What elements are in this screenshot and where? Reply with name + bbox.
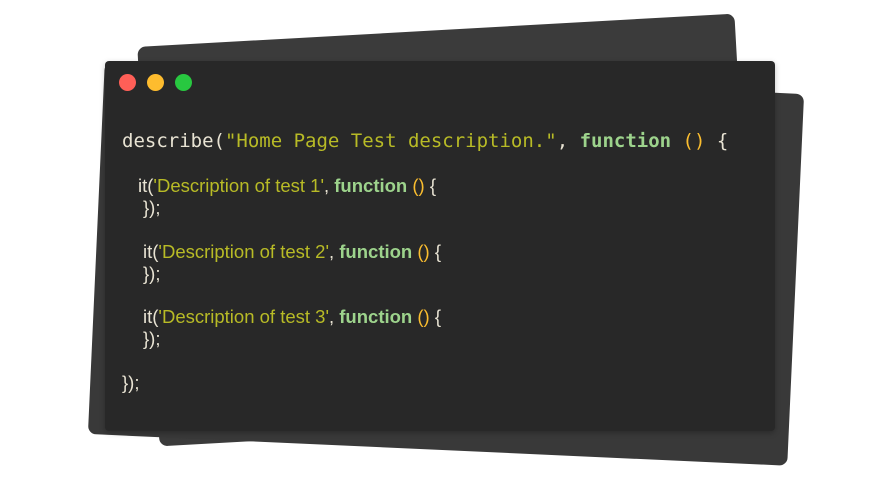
describe-prefix: describe(: [122, 130, 225, 152]
code-line-test-1-close: });: [143, 197, 160, 219]
test-1-brace: {: [424, 175, 437, 196]
code-illustration: describe("Home Page Test description.", …: [0, 0, 880, 491]
code-line-test-3: it('Description of test 3', function () …: [143, 306, 441, 328]
minimize-dot-icon: [147, 74, 164, 91]
test-3-keyword: function: [339, 306, 413, 327]
window-controls: [119, 74, 192, 91]
test-3-string: 'Description of test 3': [158, 306, 329, 327]
test-3-brace: {: [429, 306, 442, 327]
test-2-close: });: [143, 263, 161, 284]
code-window: describe("Home Page Test description.", …: [105, 61, 775, 431]
test-3-close: });: [143, 328, 161, 349]
describe-comma: ,: [556, 130, 580, 152]
describe-keyword: function: [579, 130, 672, 152]
describe-brace: {: [705, 130, 729, 152]
test-1-prefix: it(: [138, 175, 154, 196]
close-dot-icon: [119, 74, 136, 91]
code-line-test-3-close: });: [143, 328, 160, 350]
test-2-comma: ,: [328, 241, 340, 262]
code-line-test-2: it('Description of test 2', function () …: [143, 241, 441, 263]
code-line-test-2-close: });: [143, 263, 160, 285]
test-1-keyword: function: [334, 175, 408, 196]
code-line-describe: describe("Home Page Test description.", …: [122, 130, 728, 152]
test-1-parens: (): [407, 175, 425, 196]
test-3-prefix: it(: [143, 306, 159, 327]
test-1-close: });: [143, 197, 161, 218]
code-line-test-1: it('Description of test 1', function () …: [138, 175, 436, 197]
test-2-keyword: function: [339, 241, 413, 262]
test-2-parens: (): [412, 241, 430, 262]
test-3-comma: ,: [328, 306, 340, 327]
test-2-prefix: it(: [143, 241, 159, 262]
test-2-string: 'Description of test 2': [158, 241, 329, 262]
test-1-string: 'Description of test 1': [153, 175, 324, 196]
test-1-comma: ,: [323, 175, 335, 196]
describe-parens: (): [671, 130, 706, 152]
code-line-outer-close: });: [122, 372, 139, 394]
test-2-brace: {: [429, 241, 442, 262]
maximize-dot-icon: [175, 74, 192, 91]
test-3-parens: (): [412, 306, 430, 327]
outer-close: });: [122, 372, 140, 393]
describe-string: "Home Page Test description.": [224, 130, 557, 152]
